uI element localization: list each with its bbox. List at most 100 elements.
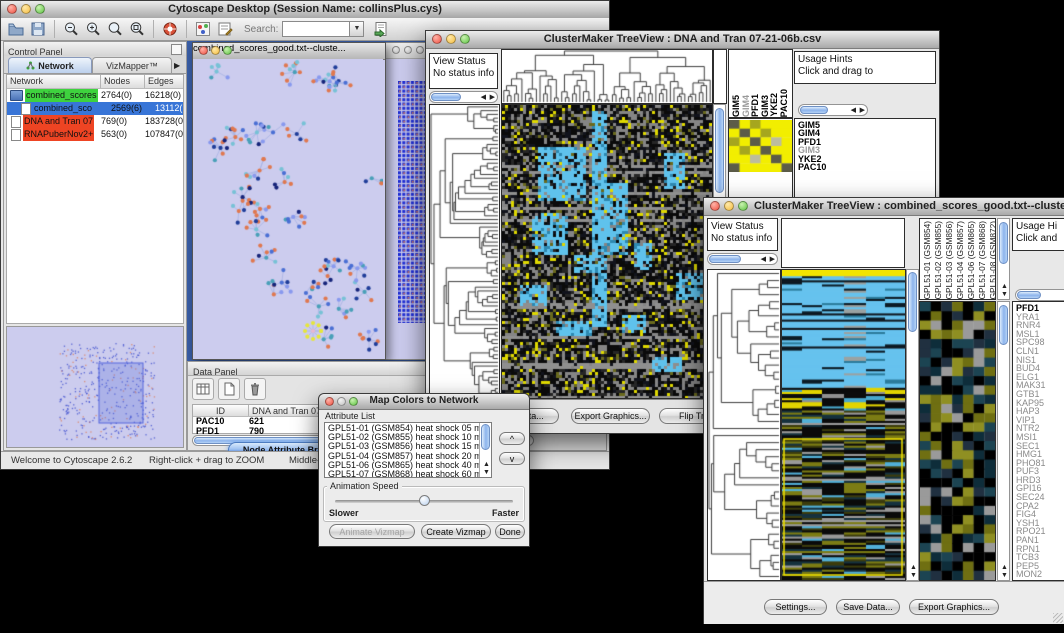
- attribute-table-icon[interactable]: [192, 378, 214, 400]
- animate-vizmap-button[interactable]: Animate Vizmap: [329, 524, 415, 539]
- global-heatmap-pane[interactable]: [781, 269, 906, 581]
- column-label[interactable]: YKE2: [770, 93, 779, 117]
- network-list-row[interactable]: DNA and Tran 07 769(0) 183728(0): [7, 115, 183, 128]
- treeview2-column-labels[interactable]: GPL51-01 (GSM854)GPL51-02 (GSM855)GPL51-…: [919, 218, 996, 300]
- control-panel: Control Panel Network VizMapper™ ▶ Netwo…: [3, 41, 187, 451]
- annotation-icon[interactable]: [214, 18, 236, 40]
- zoom-heatmap-pane[interactable]: [729, 120, 792, 172]
- network-list-row[interactable]: combined_scores 2764(0) 16218(0): [7, 89, 183, 102]
- network-list-row[interactable]: combined_sco 2569(6) 13112(15): [7, 102, 183, 115]
- usage-hints-label: Usage Hi: [1016, 221, 1057, 232]
- column-label[interactable]: GPL51-08 (GSM872): [988, 221, 996, 299]
- network-type-icon: [11, 129, 21, 141]
- status-zoom-hint: Right-click + drag to ZOOM: [149, 455, 264, 466]
- usage-hints-label: Usage Hints: [798, 54, 852, 65]
- export-graphics-button[interactable]: Export Graphics...: [571, 408, 650, 424]
- move-down-button[interactable]: v: [499, 452, 525, 465]
- network-overview-panel[interactable]: [6, 326, 184, 448]
- vizmapper-icon[interactable]: [192, 18, 214, 40]
- treeview2-global-vscrollbar[interactable]: ▲▼: [906, 269, 919, 581]
- zoom-in-icon[interactable]: [82, 18, 104, 40]
- network-type-icon: [11, 116, 21, 128]
- column-dendrogram-pane[interactable]: [501, 49, 713, 104]
- zoom-out-icon[interactable]: [60, 18, 82, 40]
- column-header-nodes[interactable]: Nodes: [101, 75, 145, 88]
- treeview2-status-hscrollbar[interactable]: ◀▶: [707, 253, 778, 265]
- dialog-title-bar[interactable]: Map Colors to Network: [319, 394, 529, 410]
- column-dendrogram-pane[interactable]: [781, 218, 905, 268]
- row-dendrogram-pane[interactable]: [707, 269, 781, 581]
- column-label[interactable]: GIM4: [742, 95, 751, 117]
- help-lifering-icon[interactable]: [159, 18, 181, 40]
- zoom-fit-icon[interactable]: [104, 18, 126, 40]
- save-data-button[interactable]: Save Data...: [836, 599, 900, 615]
- delete-attribute-icon[interactable]: [244, 378, 266, 400]
- column-label[interactable]: GPL51-07 (GSM868): [977, 221, 987, 299]
- tab-vizmapper[interactable]: VizMapper™: [92, 57, 172, 73]
- network-type-icon: [21, 103, 31, 115]
- zoom-heatmap-pane[interactable]: [919, 301, 996, 581]
- tab-network[interactable]: Network: [8, 57, 92, 73]
- global-heatmap-pane[interactable]: [501, 104, 713, 399]
- usage-hints-text: Click and drag to: [798, 66, 873, 77]
- dense-network-grid: [398, 81, 428, 323]
- treeview1-title-bar[interactable]: ClusterMaker TreeView : DNA and Tran 07-…: [426, 31, 939, 49]
- zoom-button[interactable]: [223, 46, 232, 55]
- column-header-edges[interactable]: Edges: [145, 75, 183, 88]
- attribute-list-vscrollbar[interactable]: ▲▼: [479, 423, 491, 477]
- network-view-window-1[interactable]: combined_scores_good.txt--cluste...: [192, 42, 386, 360]
- treeview2-collabel-vscrollbar[interactable]: ▲▼: [997, 218, 1010, 300]
- treeview2-gene-vscrollbar[interactable]: ▲▼: [997, 301, 1010, 581]
- main-title-bar[interactable]: Cytoscape Desktop (Session Name: collins…: [1, 1, 609, 19]
- tab-overflow-icon[interactable]: ▶: [174, 58, 180, 73]
- import-table-icon[interactable]: [370, 18, 392, 40]
- slower-label: Slower: [329, 508, 359, 518]
- minimize-button[interactable]: [211, 46, 220, 55]
- gene-label[interactable]: MON2: [1016, 570, 1064, 579]
- create-vizmap-button[interactable]: Create Vizmap: [421, 524, 491, 539]
- treeview2-hints-hscrollbar[interactable]: [1015, 289, 1064, 301]
- column-label[interactable]: GPL51-03 (GSM856): [944, 221, 954, 299]
- column-label[interactable]: PAC10: [780, 89, 789, 117]
- save-session-icon[interactable]: [27, 18, 49, 40]
- column-label[interactable]: GPL51-06 (GSM865): [966, 221, 976, 299]
- search-input[interactable]: [282, 21, 350, 37]
- animation-speed-label: Animation Speed: [327, 481, 402, 491]
- column-label[interactable]: PFD1: [751, 94, 760, 117]
- column-header-network[interactable]: Network: [7, 75, 101, 88]
- treeview2-title: ClusterMaker TreeView : combined_scores_…: [704, 200, 1064, 212]
- zoom-selected-icon[interactable]: [126, 18, 148, 40]
- treeview1-title: ClusterMaker TreeView : DNA and Tran 07-…: [426, 33, 939, 45]
- float-panel-icon[interactable]: [171, 44, 182, 55]
- settings-button[interactable]: Settings...: [764, 599, 827, 615]
- close-button[interactable]: [199, 46, 208, 55]
- treeview1-hints-hscrollbar[interactable]: ◀▶: [798, 104, 868, 116]
- resize-grip[interactable]: [1053, 613, 1063, 623]
- move-up-button[interactable]: ^: [499, 432, 525, 445]
- new-attribute-icon[interactable]: [218, 378, 240, 400]
- status-pan-hint: Middle-: [289, 455, 320, 466]
- speed-slider-thumb[interactable]: [419, 495, 430, 506]
- id-column-header[interactable]: ID: [193, 405, 249, 416]
- treeview1-column-labels[interactable]: GIM5GIM4PFD1GIM3YKE2PAC10: [728, 49, 793, 118]
- view-status-label: View Status: [711, 221, 764, 232]
- export-graphics-button[interactable]: Export Graphics...: [909, 599, 999, 615]
- network-list-row[interactable]: RNAPuberNov2+ 563(0) 107847(0): [7, 128, 183, 141]
- search-dropdown-icon[interactable]: ▼: [350, 21, 364, 37]
- attribute-listbox[interactable]: GPL51-01 (GSM854) heat shock 05 minGPL51…: [324, 422, 492, 478]
- row-dendrogram-pane[interactable]: [429, 104, 500, 399]
- treeview-window-2: ClusterMaker TreeView : combined_scores_…: [703, 197, 1064, 624]
- attribute-list-item[interactable]: GPL51-07 (GSM868) heat shock 60 min: [328, 470, 491, 478]
- treeview1-status-hscrollbar[interactable]: ◀▶: [429, 91, 498, 103]
- column-label[interactable]: GPL51-01 (GSM854): [922, 221, 932, 299]
- done-button[interactable]: Done: [495, 524, 525, 539]
- column-label[interactable]: GPL51-04 (GSM857): [955, 221, 965, 299]
- column-label[interactable]: GIM5: [732, 95, 741, 117]
- treeview2-title-bar[interactable]: ClusterMaker TreeView : combined_scores_…: [704, 198, 1064, 216]
- status-welcome: Welcome to Cytoscape 2.6.2: [11, 455, 132, 466]
- network-graph-canvas[interactable]: [193, 59, 383, 357]
- attribute-list-label: Attribute List: [325, 411, 375, 421]
- open-session-icon[interactable]: [5, 18, 27, 40]
- gene-label[interactable]: PAC10: [798, 163, 935, 171]
- column-label[interactable]: GPL51-02 (GSM855): [933, 221, 943, 299]
